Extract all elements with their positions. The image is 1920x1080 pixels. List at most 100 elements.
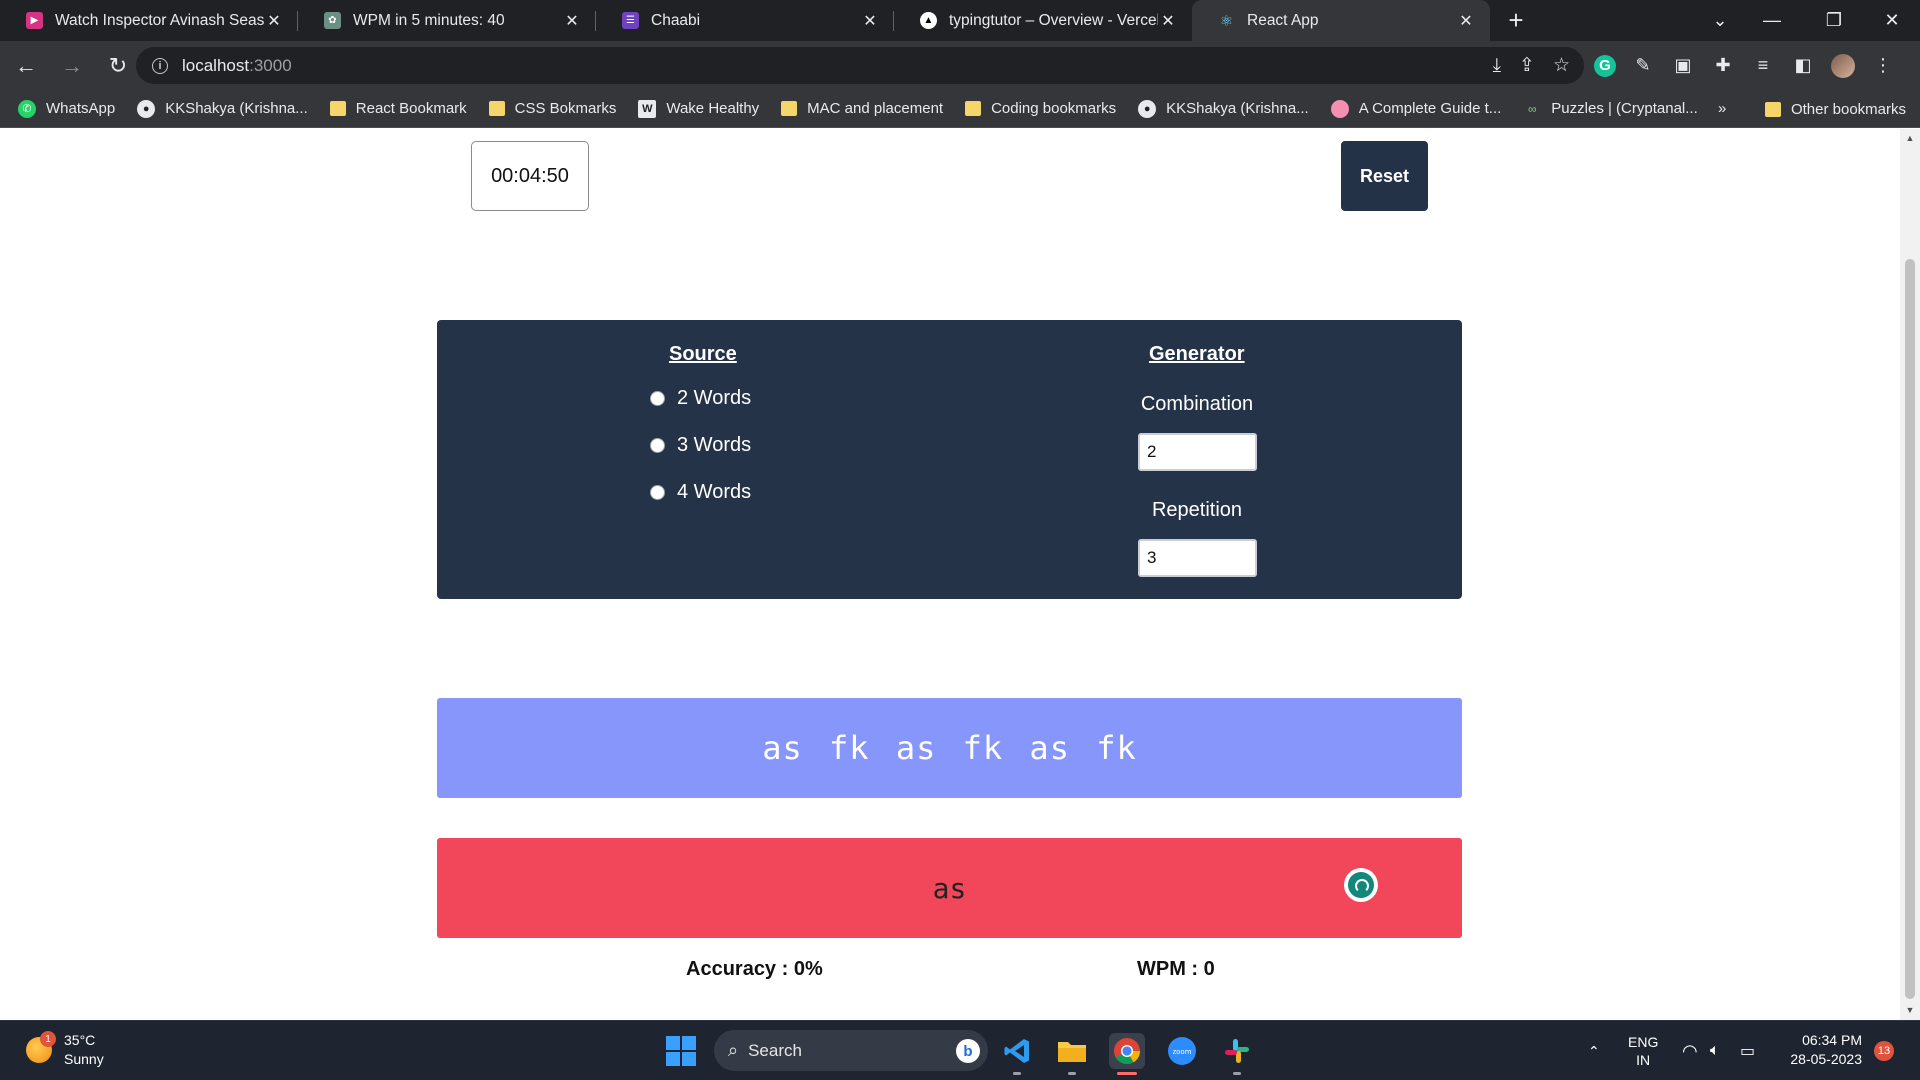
zoom-icon[interactable]: zoom [1164, 1033, 1200, 1069]
reload-icon[interactable]: ↻ [98, 46, 138, 86]
accuracy-stat: Accuracy : 0% [686, 958, 823, 980]
taskbar-clock[interactable]: 06:34 PM 28-05-2023 [1780, 1031, 1862, 1069]
close-icon[interactable]: ✕ [860, 11, 880, 31]
picture-in-picture-icon[interactable]: ▣ [1670, 53, 1696, 79]
svg-text:zoom: zoom [1172, 1048, 1191, 1056]
grammarly-widget-icon[interactable] [1344, 868, 1378, 902]
show-hidden-icons-icon[interactable]: ⌃ [1588, 1021, 1600, 1080]
other-bookmarks[interactable]: Other bookmarks [1764, 90, 1906, 128]
whatsapp-icon: ✆ [18, 99, 36, 118]
repetition-label: Repetition [1151, 499, 1243, 521]
weather-desc: Sunny [64, 1051, 104, 1067]
wake-healthy-icon: W [638, 99, 657, 118]
combination-label: Combination [1140, 393, 1254, 415]
side-panel-icon[interactable]: ◧ [1790, 53, 1816, 79]
extensions-area: G ✎ ▣ ✚ ≡ ◧ ⋮ [1594, 41, 1896, 90]
bookmarks-overflow-icon[interactable]: » [1718, 100, 1726, 117]
target-text-box: as fk as fk as fk [437, 698, 1462, 798]
bookmark-wake-healthy[interactable]: W Wake Healthy [638, 99, 759, 118]
radio-button[interactable] [650, 485, 665, 500]
back-icon[interactable]: ← [6, 46, 46, 86]
folder-icon [1764, 101, 1781, 117]
file-explorer-icon[interactable] [1054, 1033, 1090, 1075]
github-icon: ● [137, 99, 156, 118]
chatgpt-icon: ✿ [324, 12, 341, 29]
close-icon[interactable]: ✕ [264, 11, 284, 31]
timer-display: 00:04:50 [471, 141, 589, 211]
tab-watch-inspector[interactable]: ▶ Watch Inspector Avinash Season ✕ [0, 0, 298, 41]
close-icon[interactable]: ✕ [1456, 11, 1476, 31]
slack-icon[interactable] [1219, 1033, 1255, 1075]
bookmark-whatsapp[interactable]: ✆ WhatsApp [18, 99, 115, 118]
taskbar-search[interactable]: ⌕ Search b [714, 1030, 988, 1071]
wpm-stat: WPM : 0 [1137, 958, 1215, 980]
bing-icon[interactable]: b [956, 1039, 980, 1063]
reset-button[interactable]: Reset [1341, 141, 1428, 211]
battery-icon[interactable]: ▭ [1740, 1021, 1755, 1080]
radio-4-words[interactable]: 4 Words [650, 481, 751, 504]
bookmark-guide[interactable]: A Complete Guide t... [1330, 99, 1501, 118]
close-icon[interactable]: ✕ [562, 11, 582, 31]
volume-icon[interactable]: 🔈︎ [1710, 1021, 1720, 1080]
notification-badge[interactable]: 13 [1874, 1041, 1894, 1061]
tv-icon: ▶ [26, 12, 43, 29]
tab-title: Watch Inspector Avinash Season [55, 11, 264, 29]
tab-vercel[interactable]: ▲ typingtutor – Overview - Vercel ✕ [894, 0, 1192, 41]
install-icon[interactable]: ⤓ [1493, 55, 1501, 77]
tab-title: typingtutor – Overview - Vercel [949, 11, 1158, 29]
radio-3-words[interactable]: 3 Words [650, 434, 751, 457]
bookmark-mac-placement[interactable]: MAC and placement [781, 100, 943, 117]
weather-temp: 35°C [64, 1032, 96, 1048]
language-indicator[interactable]: ENG IN [1628, 1021, 1658, 1080]
wifi-icon[interactable]: ◠ [1682, 1021, 1698, 1080]
new-tab-button[interactable]: + [1496, 0, 1536, 41]
extensions-puzzle-icon[interactable]: ✚ [1710, 53, 1736, 79]
folder-icon [781, 101, 798, 116]
tab-chaabi[interactable]: ☰ Chaabi ✕ [596, 0, 894, 41]
restore-icon[interactable]: ❐ [1806, 0, 1862, 41]
combination-input[interactable] [1138, 433, 1257, 471]
radio-2-words[interactable]: 2 Words [650, 387, 751, 410]
settings-panel: Source 2 Words 3 Words 4 Words Generator… [437, 320, 1462, 599]
tab-react-app[interactable]: ⚛ React App ✕ [1192, 0, 1490, 41]
vercel-icon: ▲ [920, 12, 937, 29]
weather-widget[interactable]: 1 35°C Sunny [26, 1031, 104, 1069]
scroll-up-icon[interactable]: ▲ [1905, 133, 1915, 143]
url-text[interactable]: localhost:3000 [182, 56, 292, 76]
forward-icon[interactable]: → [52, 46, 92, 86]
profile-avatar[interactable] [1830, 53, 1856, 79]
typing-input-box[interactable]: as [437, 838, 1462, 938]
window-close-icon[interactable]: ✕ [1864, 0, 1920, 41]
sun-icon: 1 [26, 1031, 56, 1063]
bookmark-github-1[interactable]: ● KKShakya (Krishna... [137, 99, 308, 118]
address-bar[interactable]: i localhost:3000 ⤓ ⇪ ☆ [136, 47, 1584, 84]
tab-title: Chaabi [651, 11, 701, 29]
scroll-down-icon[interactable]: ▼ [1905, 1005, 1915, 1015]
tab-search-icon[interactable]: ⌄ [1692, 0, 1748, 41]
bookmark-react[interactable]: React Bookmark [329, 100, 467, 117]
bookmark-puzzles[interactable]: ∞ Puzzles | (Cryptanal... [1523, 100, 1698, 118]
grammarly-icon[interactable]: G [1594, 54, 1616, 77]
tab-wpm[interactable]: ✿ WPM in 5 minutes: 40 ✕ [298, 0, 596, 41]
bookmark-css[interactable]: CSS Bokmarks [488, 100, 616, 117]
page-scrollbar[interactable]: ▲ ▼ [1900, 129, 1920, 1020]
circle-icon [1330, 99, 1349, 118]
radio-button[interactable] [650, 391, 665, 406]
share-icon[interactable]: ⇪ [1519, 54, 1535, 77]
media-queue-icon[interactable]: ≡ [1750, 53, 1776, 79]
vscode-icon[interactable] [999, 1033, 1035, 1075]
windows-start-icon[interactable] [666, 1036, 696, 1066]
folder-icon [488, 101, 505, 116]
close-icon[interactable]: ✕ [1158, 11, 1178, 31]
bookmark-star-icon[interactable]: ☆ [1553, 54, 1570, 77]
radio-button[interactable] [650, 438, 665, 453]
scrollbar-thumb[interactable] [1905, 259, 1915, 999]
site-info-icon[interactable]: i [152, 57, 168, 74]
bookmark-coding[interactable]: Coding bookmarks [965, 100, 1116, 117]
kebab-menu-icon[interactable]: ⋮ [1870, 53, 1896, 79]
bookmark-github-2[interactable]: ● KKShakya (Krishna... [1138, 99, 1309, 118]
chrome-icon[interactable] [1109, 1033, 1145, 1075]
color-picker-icon[interactable]: ✎ [1630, 53, 1656, 79]
minimize-icon[interactable]: — [1744, 0, 1800, 41]
repetition-input[interactable] [1138, 539, 1257, 577]
